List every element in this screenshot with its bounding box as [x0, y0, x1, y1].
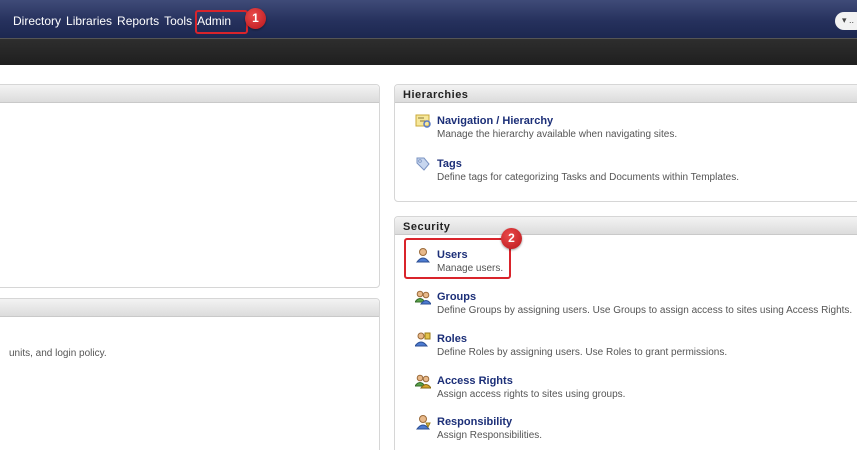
responsibility-icon: [415, 415, 431, 430]
roles-link[interactable]: Roles: [437, 333, 467, 345]
admin-highlight: [195, 10, 248, 34]
roles-icon: [415, 332, 431, 347]
callout-badge-1: 1: [245, 8, 266, 29]
users-highlight: [404, 238, 511, 279]
nav-hierarchy-item[interactable]: Navigation / Hierarchy Manage the hierar…: [415, 113, 835, 143]
tags-desc: Define tags for categorizing Tasks and D…: [437, 172, 740, 183]
responsibility-desc: Assign Responsibilities.: [437, 430, 543, 441]
left-panel-bottom: [0, 298, 380, 450]
search-dropdown[interactable]: ▾ ..: [835, 12, 857, 30]
left-panel-description: units, and login policy.: [9, 348, 107, 359]
left-panel-bottom-header: [0, 299, 379, 317]
menu-directory[interactable]: Directory: [13, 14, 61, 28]
hierarchy-icon: [415, 114, 431, 128]
access-rights-desc: Assign access rights to sites using grou…: [437, 389, 626, 400]
nav-hierarchy-desc: Manage the hierarchy available when navi…: [437, 129, 678, 140]
roles-desc: Define Roles by assigning users. Use Rol…: [437, 347, 728, 358]
tags-link[interactable]: Tags: [437, 158, 462, 170]
tags-item[interactable]: Tags Define tags for categorizing Tasks …: [415, 156, 835, 186]
responsibility-item[interactable]: Responsibility Assign Responsibilities.: [415, 414, 855, 444]
nav-hierarchy-link[interactable]: Navigation / Hierarchy: [437, 115, 553, 127]
group-icon: [415, 290, 431, 305]
access-rights-item[interactable]: Access Rights Assign access rights to si…: [415, 373, 855, 403]
top-nav-bar: Directory Libraries Reports Tools Admin …: [0, 0, 857, 38]
left-panel-top: [0, 84, 380, 288]
groups-desc: Define Groups by assigning users. Use Gr…: [437, 305, 853, 316]
tag-icon: [416, 157, 430, 171]
groups-link[interactable]: Groups: [437, 291, 476, 303]
access-rights-link[interactable]: Access Rights: [437, 375, 513, 387]
menu-libraries[interactable]: Libraries: [66, 14, 112, 28]
responsibility-link[interactable]: Responsibility: [437, 416, 512, 428]
sub-toolbar: [0, 38, 857, 65]
groups-item[interactable]: Groups Define Groups by assigning users.…: [415, 289, 855, 319]
menu-reports[interactable]: Reports: [117, 14, 159, 28]
callout-badge-2: 2: [501, 228, 522, 249]
left-panel-top-header: [0, 85, 379, 103]
access-rights-icon: [415, 374, 431, 389]
security-header: Security: [395, 217, 857, 235]
hierarchies-header: Hierarchies: [395, 85, 857, 103]
menu-tools[interactable]: Tools: [164, 14, 192, 28]
roles-item[interactable]: Roles Define Roles by assigning users. U…: [415, 331, 855, 361]
